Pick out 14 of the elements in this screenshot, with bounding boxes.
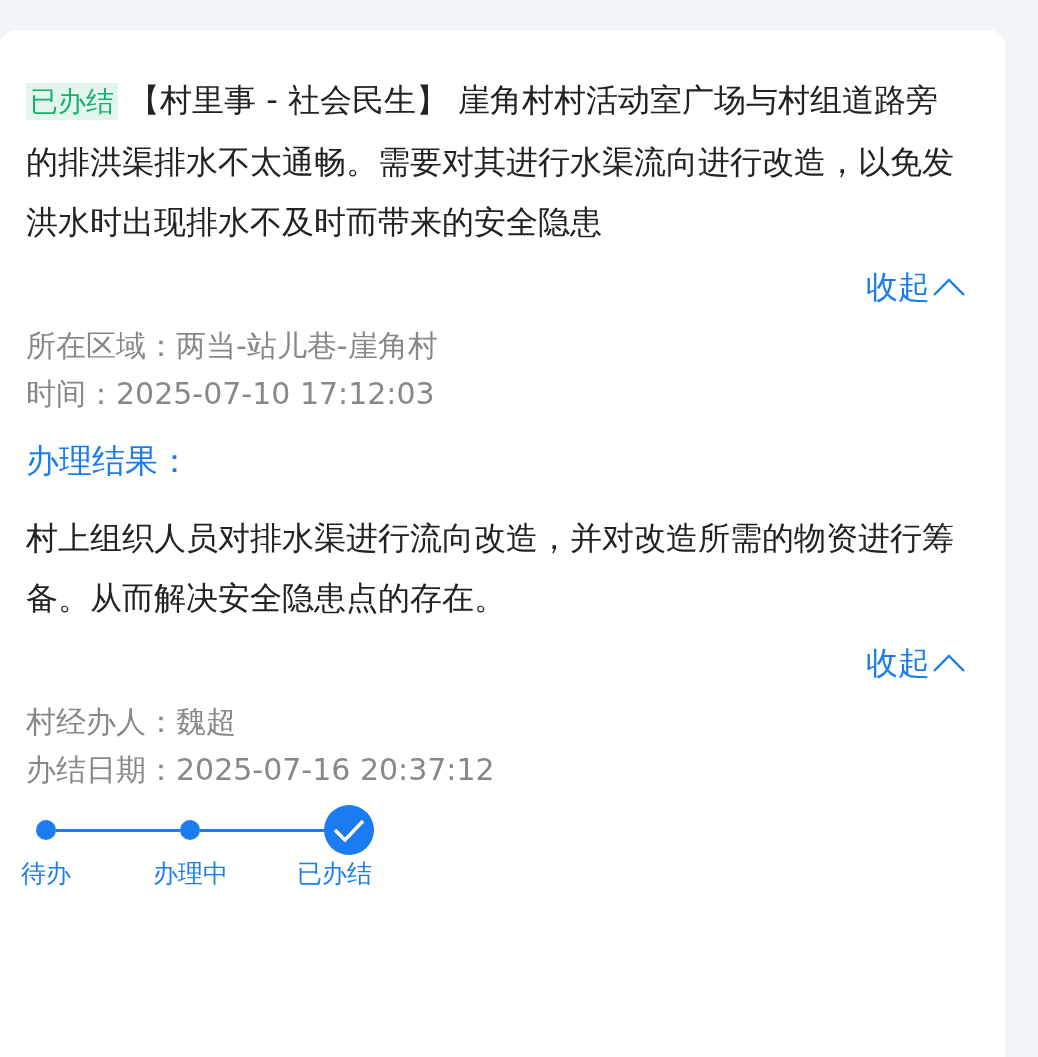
collapse-link[interactable]: 收起 xyxy=(866,638,966,688)
meta-text: 所在区域：两当-站儿巷-崖角村 xyxy=(26,327,439,365)
step-label: 待办 xyxy=(21,858,71,890)
collapse-link[interactable]: 收起 xyxy=(866,262,966,312)
section-title: 办理结果： xyxy=(26,440,192,482)
issue-description: 已办结 【村里事 - 社会民生】 崖角村村活动室广场与村组道路旁的排洪渠排水不太通畅。需要对其进行水渠流向进行改造，以免发洪水时出现排水不及时而带来的安全隐患 xyxy=(26,80,955,243)
chevron-up-icon xyxy=(932,277,966,297)
meta-text: 办结日期：2025-07-16 20:37:12 xyxy=(26,751,496,789)
chevron-up-icon xyxy=(932,653,966,673)
step-label: 已办结 xyxy=(296,858,372,890)
meta-text: 时间：2025-07-10 17:12:03 xyxy=(26,375,436,413)
result-text: 村上组织人员对排水渠进行流向改造，并对改造所需的物资进行筹备。从而解决安全隐患点的存在。 xyxy=(26,518,955,619)
step-label: 办理中 xyxy=(152,858,228,890)
meta-text: 村经办人：魏超 xyxy=(26,703,237,741)
